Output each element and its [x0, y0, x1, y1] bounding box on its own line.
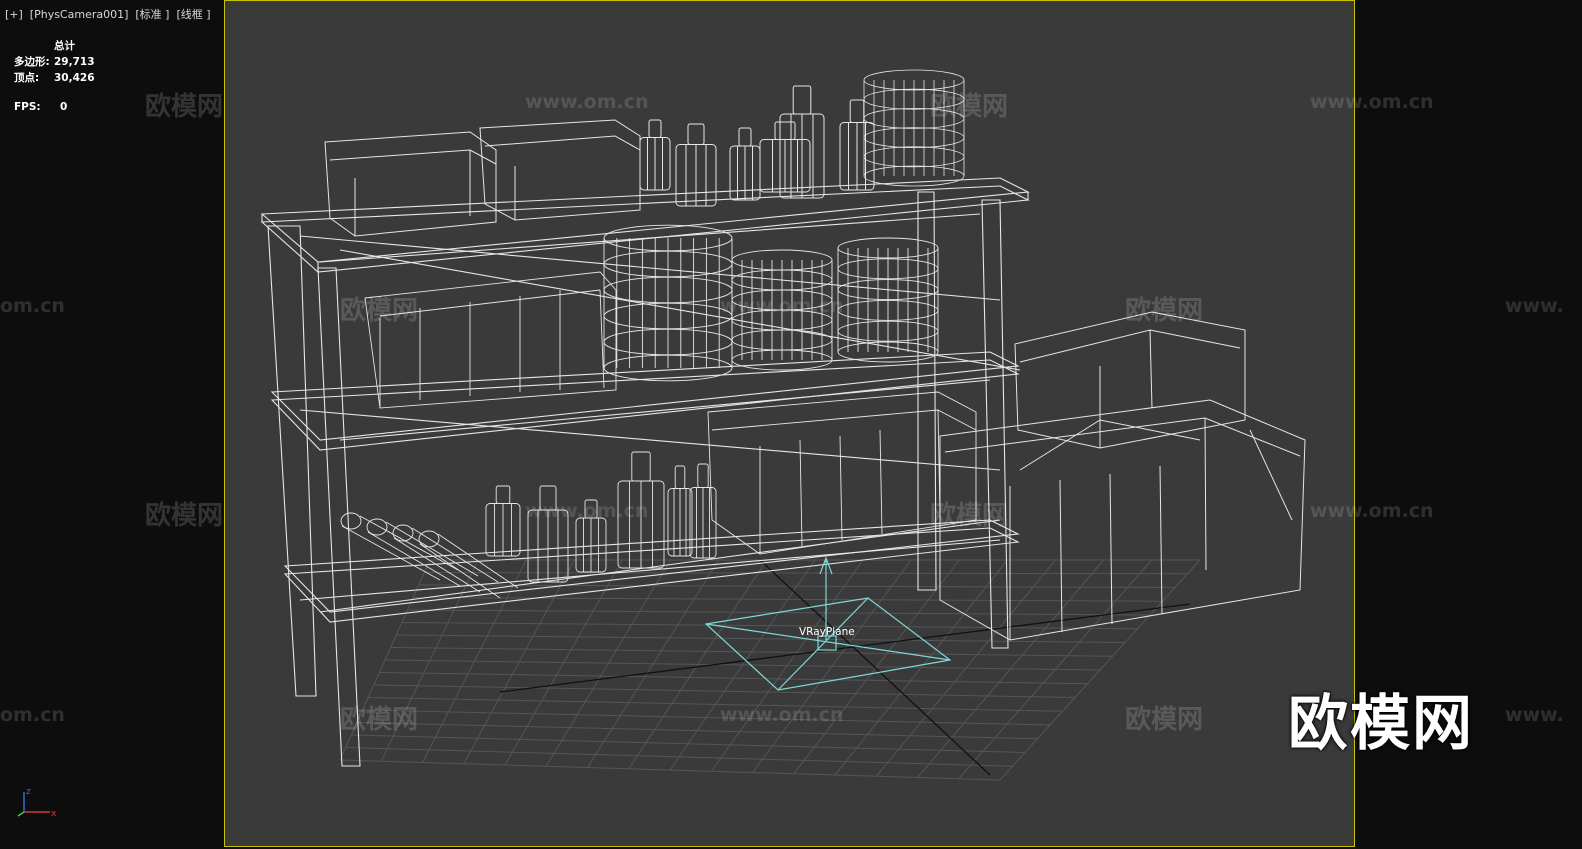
grid-line: [710, 559, 864, 772]
grid-line: [752, 559, 912, 773]
watermark-logo: 欧模网: [1125, 705, 1204, 735]
watermark-logo: 欧模网: [340, 296, 419, 326]
right-crates[interactable]: [939, 311, 1306, 641]
watermark-url: www.om.cn: [1310, 91, 1434, 113]
grid-line: [958, 559, 1153, 780]
watermark-url: www.: [1505, 704, 1564, 726]
bottle[interactable]: [839, 99, 875, 191]
viewport[interactable]: 欧模网 www.om.cn 欧模网 www.om.cn om.cn 欧模网 ww…: [0, 0, 1582, 849]
rolled-towel[interactable]: [340, 512, 459, 581]
watermark-logo: 欧模网: [145, 501, 224, 531]
stats-vertices-label: 顶点:: [14, 72, 40, 84]
fps-readout: FPS: 0: [14, 101, 67, 113]
grid-line: [917, 559, 1105, 778]
top-shelf-bottles[interactable]: [639, 85, 875, 207]
fps-label: FPS:: [14, 101, 41, 113]
stats-polygons-value: 29,713: [54, 56, 95, 68]
fps-value: 0: [60, 101, 68, 113]
watermark-url: www.om.cn: [720, 295, 844, 317]
watermark-logo: 欧模网: [1125, 296, 1204, 326]
watermark-url: om.cn: [0, 295, 65, 317]
stats-header: 总计: [54, 40, 75, 52]
wire-basket[interactable]: [837, 237, 939, 363]
vray-plane-label[interactable]: VRayPlane: [799, 626, 855, 638]
watermark-url: www.om.cn: [525, 91, 649, 113]
grid-line: [356, 722, 1038, 740]
bottle[interactable]: [667, 465, 693, 557]
axis-z-label: z: [26, 787, 31, 797]
watermark-logo: 欧模网: [930, 501, 1009, 531]
grid-line: [379, 672, 1088, 685]
bottle[interactable]: [639, 119, 671, 191]
grid-line: [362, 709, 1051, 726]
grid-line: [368, 697, 1063, 712]
stats-vertices-row: 顶点: 30,426: [14, 70, 95, 86]
scene-statistics: 总计 多边形: 29,713 顶点: 30,426: [14, 38, 95, 86]
viewport-label-menu[interactable]: [+] [PhysCamera001] [标准 ] [线框 ]: [5, 6, 211, 22]
watermark-logo: 欧模网: [930, 92, 1009, 122]
bottle[interactable]: [779, 85, 825, 199]
axis-tripod-icon: x z: [17, 787, 57, 819]
bottle[interactable]: [485, 485, 521, 557]
grid-line: [373, 684, 1076, 698]
lower-shelf-items[interactable]: [340, 391, 977, 599]
top-shelf-boxes[interactable]: [324, 119, 641, 237]
watermark-url: www.: [1505, 295, 1564, 317]
stats-polygons-label: 多边形:: [14, 56, 50, 68]
watermark-logo: 欧模网: [340, 705, 419, 735]
axis-x-label: x: [51, 809, 57, 819]
stats-polygons-row: 多边形: 29,713: [14, 54, 95, 70]
woven-basket[interactable]: [603, 224, 733, 382]
stats-vertices-value: 30,426: [54, 72, 95, 84]
watermark-url: www.om.cn: [1310, 500, 1434, 522]
watermark-url: www.om.cn: [720, 704, 844, 726]
watermark-url: om.cn: [0, 704, 65, 726]
watermark-big-logo: 欧模网: [1288, 689, 1474, 759]
grid-line: [351, 734, 1026, 753]
watermark-logo: 欧模网: [145, 92, 224, 122]
floor-grid: [339, 559, 1201, 781]
grid-line: [999, 559, 1201, 781]
grid-line: [834, 559, 1008, 776]
bottle[interactable]: [729, 127, 761, 201]
watermark-url: www.om.cn: [525, 500, 649, 522]
grid-line: [793, 559, 960, 775]
